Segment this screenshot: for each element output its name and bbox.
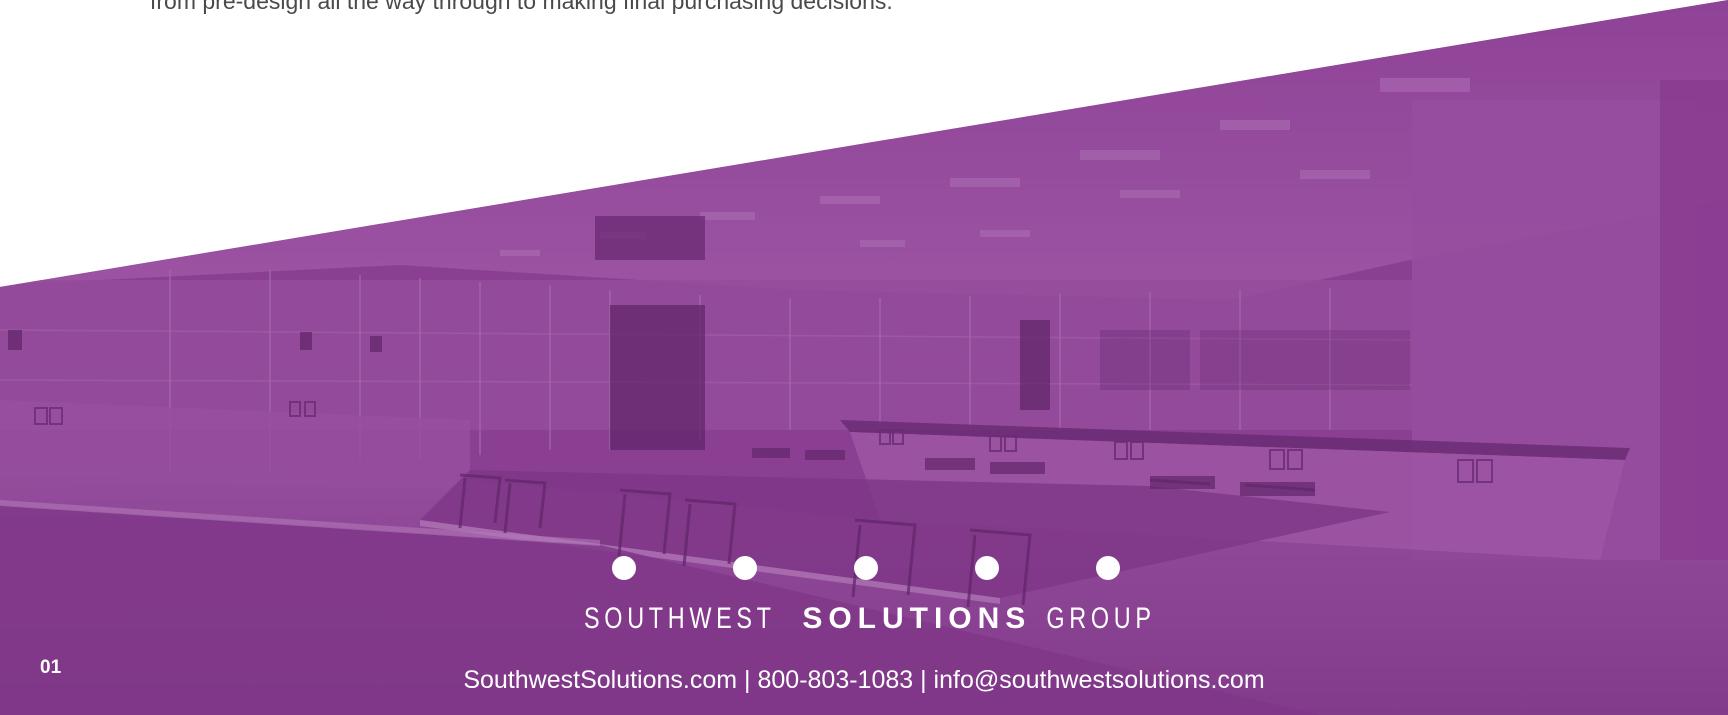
logo-dot-icon [854, 556, 878, 580]
logo-dot-icon [1096, 556, 1120, 580]
contact-info: SouthwestSolutions.com | 800-803-1083 | … [463, 666, 1265, 694]
page-number: 01 [40, 657, 62, 678]
logo-dot-icon [975, 556, 999, 580]
brand-name-part-3: GROUP [1046, 602, 1156, 635]
logo-dot-icon [733, 556, 757, 580]
brochure-page: from pre-design all the way through to m… [0, 0, 1728, 715]
logo-dot-icon [612, 556, 636, 580]
brand-logo-wordmark: SOUTHWEST SOLUTIONS GROUP [0, 601, 1728, 637]
brand-name-part-2: SOLUTIONS [802, 602, 1032, 635]
logo-dots [612, 556, 1120, 580]
brand-name-part-1: SOUTHWEST [583, 602, 776, 635]
